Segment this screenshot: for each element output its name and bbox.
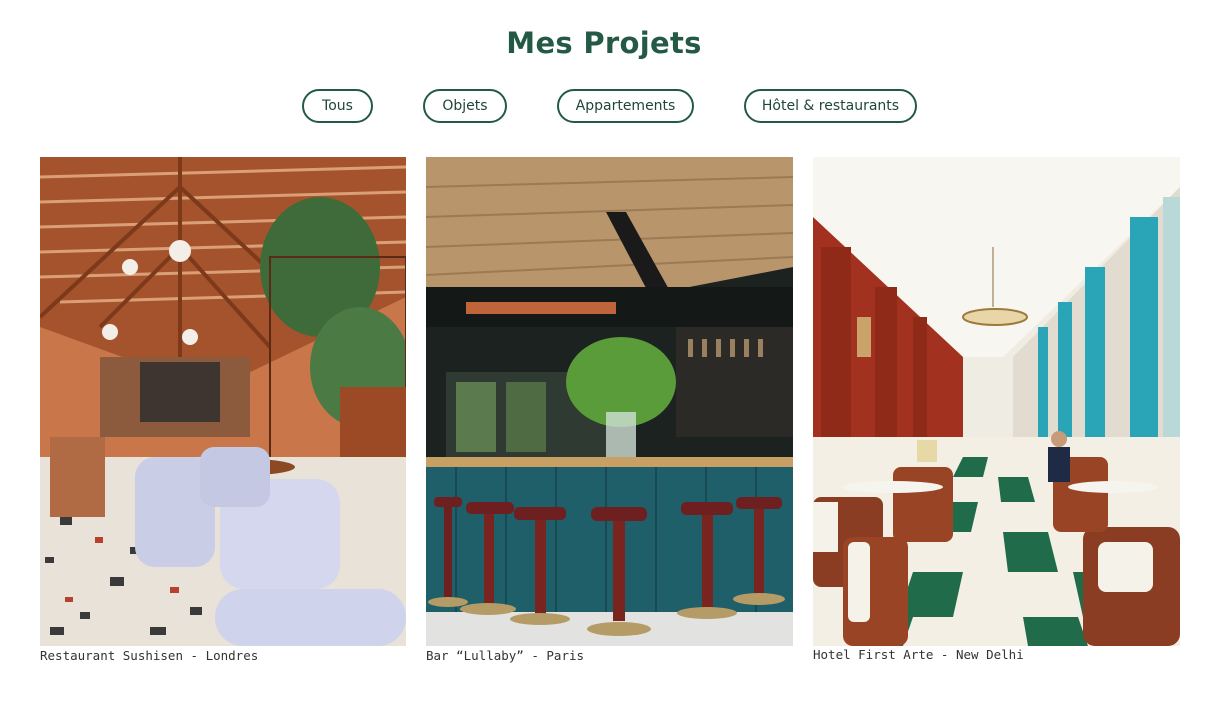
- filter-hotels-restaurants-button[interactable]: Hôtel & restaurants: [744, 89, 917, 123]
- project-caption: Hotel First Arte - New Delhi: [813, 647, 1024, 662]
- project-caption: Restaurant Sushisen - Londres: [40, 648, 259, 663]
- project-card-sushisen[interactable]: Restaurant Sushisen - Londres: [40, 157, 406, 677]
- project-card-lullaby[interactable]: Bar “Lullaby” - Paris: [426, 157, 793, 677]
- page-title: Mes Projets: [506, 26, 702, 60]
- project-card-first-arte[interactable]: Hotel First Arte - New Delhi: [813, 157, 1180, 677]
- project-photo-first-arte[interactable]: [813, 157, 1180, 646]
- project-caption: Bar “Lullaby” - Paris: [426, 648, 585, 663]
- filter-all-button[interactable]: Tous: [302, 89, 373, 123]
- filter-objects-button[interactable]: Objets: [423, 89, 507, 123]
- project-photo-lullaby[interactable]: [426, 157, 793, 646]
- project-photo-sushisen[interactable]: [40, 157, 406, 646]
- filter-apartments-button[interactable]: Appartements: [557, 89, 694, 123]
